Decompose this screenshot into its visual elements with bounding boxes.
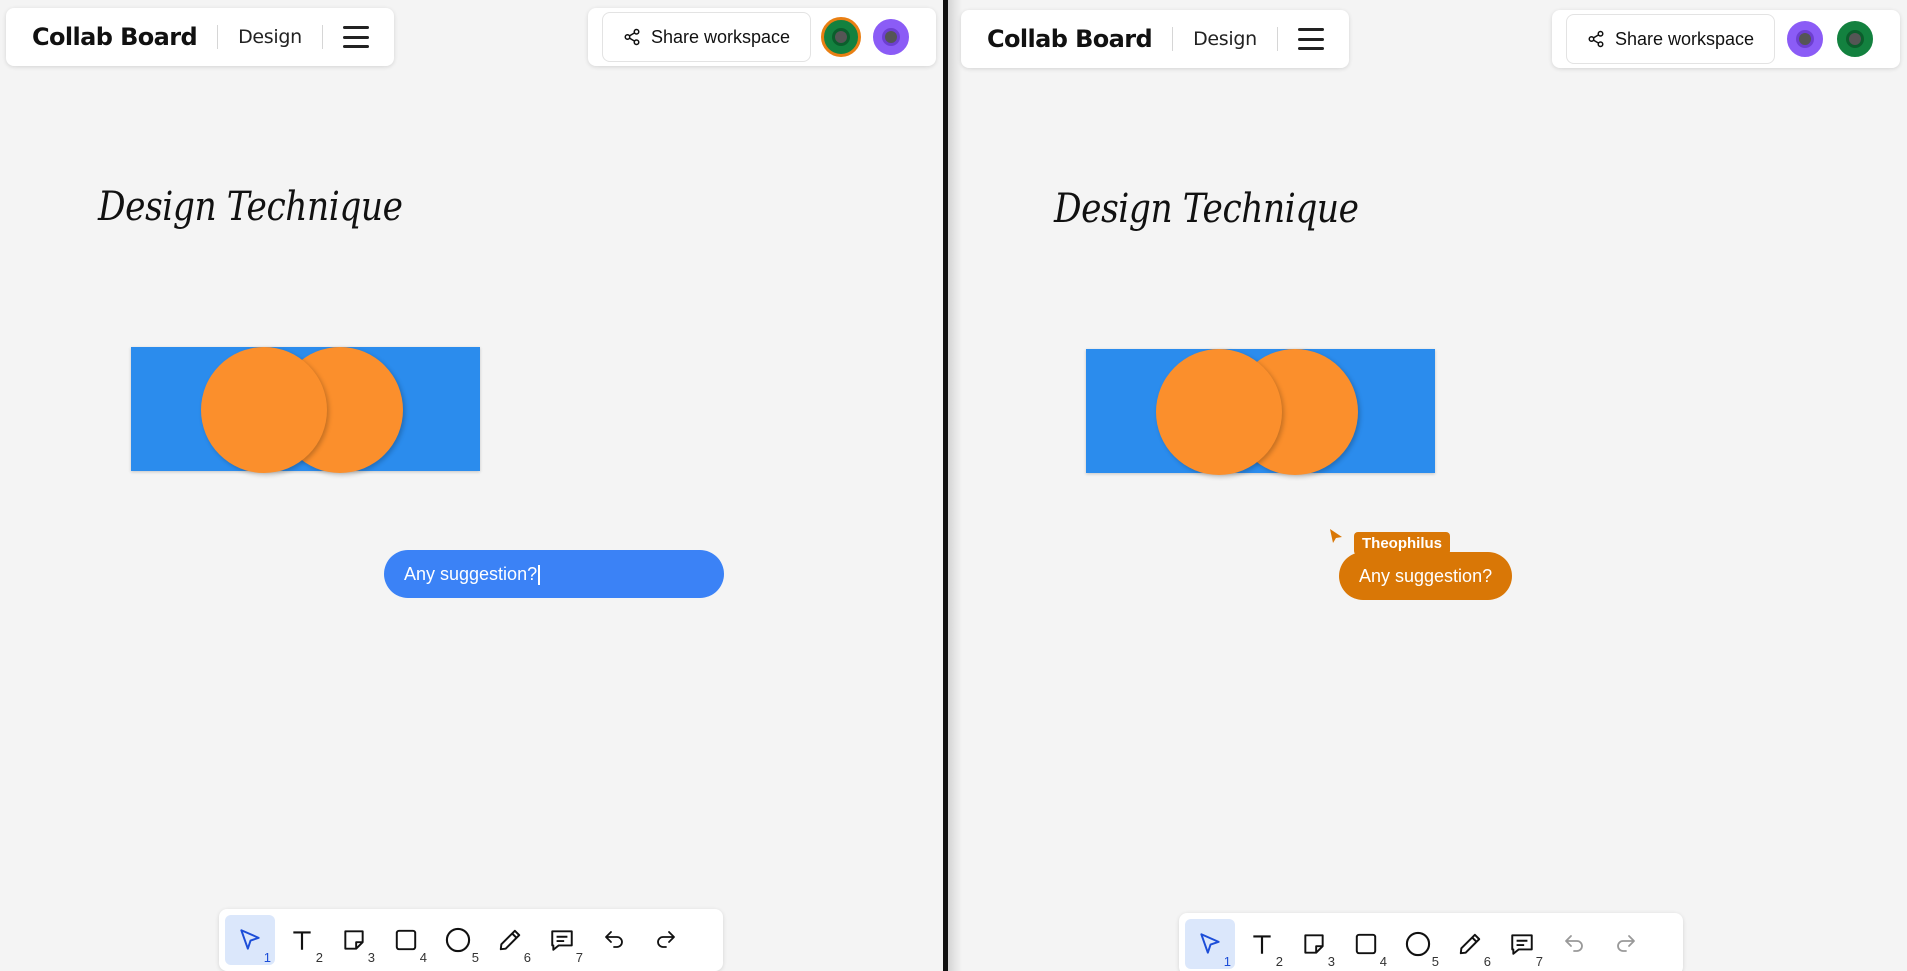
sticky-note-icon (344, 930, 364, 950)
share-workspace-button[interactable]: Share workspace (1566, 14, 1776, 64)
select-shortcut: 1 (263, 950, 271, 965)
orange-circle-left[interactable] (1156, 349, 1282, 475)
circle-icon (1405, 931, 1431, 957)
header-divider (1276, 27, 1278, 51)
hamburger-menu-icon[interactable] (342, 26, 369, 48)
pencil-icon (499, 929, 521, 951)
comment-shortcut: 7 (575, 950, 583, 965)
sticky-note-tool[interactable]: 3 (329, 915, 379, 965)
comment-icon (551, 930, 573, 951)
right-client-pane: Collab Board Design Share workspace Desi… (948, 0, 1907, 971)
comment-icon (1511, 934, 1533, 955)
tool-palette: 1 2 3 4 5 6 7 (219, 909, 723, 971)
text-caret (538, 565, 540, 586)
share-icon (1588, 30, 1604, 48)
sticky-note-tool[interactable]: 3 (1289, 919, 1339, 969)
ellipse-tool[interactable]: 5 (1393, 919, 1443, 969)
board-name[interactable]: Design (238, 26, 302, 48)
text-icon (293, 931, 311, 950)
text-icon (1253, 935, 1271, 954)
board-name[interactable]: Design (1193, 28, 1257, 50)
pencil-icon (1459, 933, 1481, 955)
share-workspace-label: Share workspace (1615, 28, 1755, 49)
pane-divider-shadow (948, 0, 962, 971)
undo-icon (605, 931, 623, 948)
rectangle-icon (395, 929, 417, 951)
undo-button[interactable] (1549, 919, 1599, 969)
collaboration-bar: Share workspace (588, 8, 936, 66)
redo-icon (657, 931, 675, 948)
redo-button[interactable] (1601, 919, 1651, 969)
redo-button[interactable] (641, 915, 691, 965)
rectangle-tool[interactable]: 4 (1341, 919, 1391, 969)
text-shortcut: 2 (315, 950, 323, 965)
select-tool[interactable]: 1 (225, 915, 275, 965)
sticky-note-shortcut: 3 (1327, 954, 1335, 969)
purple-avatar[interactable] (871, 17, 912, 57)
share-icon (624, 28, 640, 46)
header-divider (217, 25, 219, 49)
app-header: Collab Board Design (961, 10, 1349, 68)
text-tool[interactable]: 2 (1237, 919, 1287, 969)
sticky-note-icon (1304, 934, 1324, 954)
rectangle-shortcut: 4 (1379, 954, 1387, 969)
rectangle-shortcut: 4 (419, 950, 427, 965)
comment-input-text: Any suggestion? (404, 564, 538, 584)
left-client-pane: Collab Board Design Share workspace Desi… (0, 0, 943, 971)
canvas-heading[interactable]: Design Technique (98, 184, 403, 230)
app-header: Collab Board Design (6, 8, 394, 66)
share-workspace-label: Share workspace (651, 26, 791, 47)
pencil-tool[interactable]: 6 (1445, 919, 1495, 969)
pencil-tool[interactable]: 6 (485, 915, 535, 965)
orange-circle-left[interactable] (201, 347, 327, 473)
comment-shortcut: 7 (1535, 954, 1543, 969)
comment-tool[interactable]: 7 (537, 915, 587, 965)
tool-palette: 1 2 3 4 5 6 7 (1179, 913, 1683, 971)
purple-avatar[interactable] (1785, 19, 1826, 59)
select-shortcut: 1 (1223, 954, 1231, 969)
ellipse-shortcut: 5 (1431, 954, 1439, 969)
text-shortcut: 2 (1275, 954, 1283, 969)
app-title: Collab Board (32, 23, 198, 51)
header-divider (1172, 27, 1174, 51)
redo-icon (1617, 935, 1635, 952)
undo-icon (1565, 935, 1583, 952)
rectangle-tool[interactable]: 4 (381, 915, 431, 965)
green-avatar[interactable] (1835, 19, 1876, 59)
comment-input[interactable]: Any suggestion? (384, 550, 724, 598)
select-tool[interactable]: 1 (1185, 919, 1235, 969)
pointer-icon (240, 929, 260, 950)
text-tool[interactable]: 2 (277, 915, 327, 965)
share-workspace-button[interactable]: Share workspace (602, 12, 812, 62)
pencil-shortcut: 6 (1483, 954, 1491, 969)
rectangle-icon (1355, 933, 1377, 955)
comment-tool[interactable]: 7 (1497, 919, 1547, 969)
circle-icon (445, 927, 471, 953)
sticky-note-shortcut: 3 (367, 950, 375, 965)
pointer-icon (1200, 933, 1220, 954)
app-title: Collab Board (987, 25, 1153, 53)
ellipse-shortcut: 5 (471, 950, 479, 965)
remote-comment-bubble[interactable]: Any suggestion? (1339, 552, 1513, 600)
hamburger-menu-icon[interactable] (1297, 28, 1324, 50)
pencil-shortcut: 6 (523, 950, 531, 965)
green-avatar[interactable] (821, 17, 862, 57)
undo-button[interactable] (589, 915, 639, 965)
canvas-heading[interactable]: Design Technique (1054, 186, 1359, 232)
ellipse-tool[interactable]: 5 (433, 915, 483, 965)
remote-cursor-icon (1330, 529, 1342, 543)
header-divider (321, 25, 323, 49)
collaboration-bar: Share workspace (1552, 10, 1900, 68)
